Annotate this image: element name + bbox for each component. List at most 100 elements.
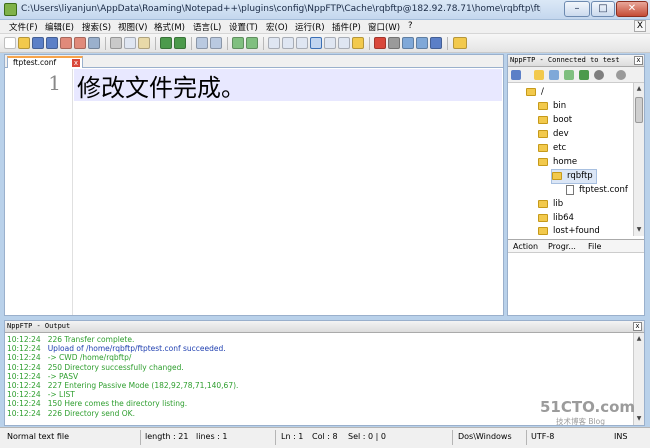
menu-file[interactable]: 文件(F) bbox=[9, 21, 38, 33]
close-icon[interactable] bbox=[60, 37, 72, 49]
nppftp-panel-title: NppFTP - Connected to test x bbox=[508, 55, 644, 67]
menu-edit[interactable]: 编辑(E) bbox=[45, 21, 74, 33]
menu-macro[interactable]: 宏(O) bbox=[266, 21, 288, 33]
print-icon[interactable] bbox=[88, 37, 100, 49]
sync-vertical-icon[interactable] bbox=[268, 37, 280, 49]
tree-node-etc[interactable]: etc bbox=[538, 142, 566, 155]
settings-icon[interactable] bbox=[534, 70, 544, 80]
copy-icon[interactable] bbox=[124, 37, 136, 49]
menu-format[interactable]: 格式(M) bbox=[154, 21, 185, 33]
upload-icon[interactable] bbox=[564, 70, 574, 80]
tree-node-dev[interactable]: dev bbox=[538, 128, 569, 141]
scroll-down-icon[interactable]: ▼ bbox=[635, 225, 643, 235]
cut-icon[interactable] bbox=[110, 37, 122, 49]
word-wrap-icon[interactable] bbox=[296, 37, 308, 49]
log-time: 10:12:24 bbox=[7, 371, 41, 381]
menu-view[interactable]: 视图(V) bbox=[118, 21, 147, 33]
connect-icon[interactable] bbox=[511, 70, 521, 80]
replace-icon[interactable] bbox=[210, 37, 222, 49]
find-icon[interactable] bbox=[196, 37, 208, 49]
editor-text[interactable]: 修改文件完成。 bbox=[77, 68, 245, 103]
tab-close-icon[interactable]: x bbox=[72, 59, 80, 67]
tree-node-ftptest-conf[interactable]: ftptest.conf bbox=[566, 184, 628, 197]
log-time: 10:12:24 bbox=[7, 344, 41, 354]
undo-icon[interactable] bbox=[160, 37, 172, 49]
folder-icon bbox=[538, 143, 548, 152]
save-all-icon[interactable] bbox=[46, 37, 58, 49]
doc-map-icon[interactable] bbox=[352, 37, 364, 49]
status-encoding: UTF-8 bbox=[531, 432, 555, 441]
tree-node-rqbftp[interactable]: rqbftp bbox=[551, 169, 597, 184]
close-document-button[interactable]: X bbox=[634, 20, 646, 32]
open-file-icon[interactable] bbox=[18, 37, 30, 49]
nppftp-show-icon[interactable] bbox=[453, 37, 467, 49]
refresh-icon[interactable] bbox=[579, 70, 589, 80]
menu-window[interactable]: 窗口(W) bbox=[368, 21, 400, 33]
log-message: 250 Directory successfully changed. bbox=[47, 362, 184, 372]
queue-col-progress[interactable]: Progr... bbox=[548, 242, 576, 251]
queue-col-action[interactable]: Action bbox=[513, 242, 538, 251]
menu-language[interactable]: 语言(L) bbox=[193, 21, 221, 33]
log-message: 226 Transfer complete. bbox=[47, 335, 135, 344]
new-file-icon[interactable] bbox=[4, 37, 16, 49]
minimize-button[interactable]: – bbox=[564, 1, 590, 17]
status-file-type: Normal text file bbox=[7, 432, 70, 441]
menu-run[interactable]: 运行(R) bbox=[295, 21, 325, 33]
scroll-down-icon[interactable]: ▼ bbox=[635, 414, 643, 424]
tree-node-label: dev bbox=[553, 129, 569, 139]
indent-guide-icon[interactable] bbox=[324, 37, 336, 49]
queue-col-file[interactable]: File bbox=[588, 242, 601, 251]
tree-scrollbar[interactable]: ▲ ▼ bbox=[633, 83, 644, 236]
tree-node-root[interactable]: / bbox=[526, 86, 544, 99]
tree-node-lib64[interactable]: lib64 bbox=[538, 212, 574, 225]
record-macro-icon[interactable] bbox=[374, 37, 386, 49]
output-close-button[interactable]: x bbox=[633, 322, 642, 331]
tree-node-lost-found[interactable]: lost+found bbox=[538, 225, 600, 236]
tree-node-home[interactable]: home bbox=[538, 156, 577, 169]
menu-plugins[interactable]: 插件(P) bbox=[332, 21, 361, 33]
tree-node-label: lost+found bbox=[553, 226, 600, 236]
log-line: 10:12:24 -> PASV bbox=[7, 372, 78, 381]
menu-settings[interactable]: 设置(T) bbox=[229, 21, 258, 33]
scroll-up-icon[interactable]: ▲ bbox=[635, 84, 643, 94]
remote-file-tree: / bin boot dev etc home rqbftp ftptest.c… bbox=[508, 83, 633, 236]
zoom-out-icon[interactable] bbox=[246, 37, 258, 49]
log-message: 227 Entering Passive Mode (182,92,78,71,… bbox=[47, 381, 239, 390]
log-message: -> LIST bbox=[47, 390, 75, 400]
user-language-icon[interactable] bbox=[338, 37, 350, 49]
close-all-icon[interactable] bbox=[74, 37, 86, 49]
maximize-button[interactable]: □ bbox=[591, 1, 615, 17]
abort-icon[interactable] bbox=[594, 70, 604, 80]
paste-icon[interactable] bbox=[138, 37, 150, 49]
stop-macro-icon[interactable] bbox=[388, 37, 400, 49]
watermark-logo: 51CTO.com bbox=[540, 398, 636, 416]
menu-help[interactable]: ? bbox=[408, 21, 413, 31]
save-icon[interactable] bbox=[32, 37, 44, 49]
tree-scroll-thumb[interactable] bbox=[635, 97, 643, 123]
file-icon bbox=[566, 184, 574, 195]
scroll-up-icon[interactable]: ▲ bbox=[635, 334, 643, 344]
tree-node-bin[interactable]: bin bbox=[538, 100, 566, 113]
run-macro-multiple-icon[interactable] bbox=[416, 37, 428, 49]
tab-ftptest-conf[interactable]: ftptest.conf x bbox=[7, 56, 83, 68]
log-message: -> PASV bbox=[47, 371, 79, 381]
status-bar: Normal text file length : 21 lines : 1 L… bbox=[0, 427, 650, 448]
nppftp-close-button[interactable]: x bbox=[634, 56, 643, 65]
zoom-in-icon[interactable] bbox=[232, 37, 244, 49]
status-insert-mode: INS bbox=[614, 432, 628, 441]
log-message: Upload of /home/rqbftp/ftptest.conf succ… bbox=[47, 344, 226, 354]
menu-search[interactable]: 搜索(S) bbox=[82, 21, 111, 33]
play-macro-icon[interactable] bbox=[402, 37, 414, 49]
menu-bar: 文件(F) 编辑(E) 搜索(S) 视图(V) 格式(M) 语言(L) 设置(T… bbox=[0, 20, 650, 34]
redo-icon[interactable] bbox=[174, 37, 186, 49]
gear-icon[interactable] bbox=[616, 70, 626, 80]
tree-node-lib[interactable]: lib bbox=[538, 198, 563, 211]
tree-node-boot[interactable]: boot bbox=[538, 114, 572, 127]
sync-horizontal-icon[interactable] bbox=[282, 37, 294, 49]
folder-icon bbox=[538, 129, 548, 138]
download-icon[interactable] bbox=[549, 70, 559, 80]
close-button[interactable]: ✕ bbox=[616, 1, 648, 17]
save-macro-icon[interactable] bbox=[430, 37, 442, 49]
tab-label: ftptest.conf bbox=[13, 58, 57, 67]
show-all-characters-icon[interactable] bbox=[310, 37, 322, 49]
